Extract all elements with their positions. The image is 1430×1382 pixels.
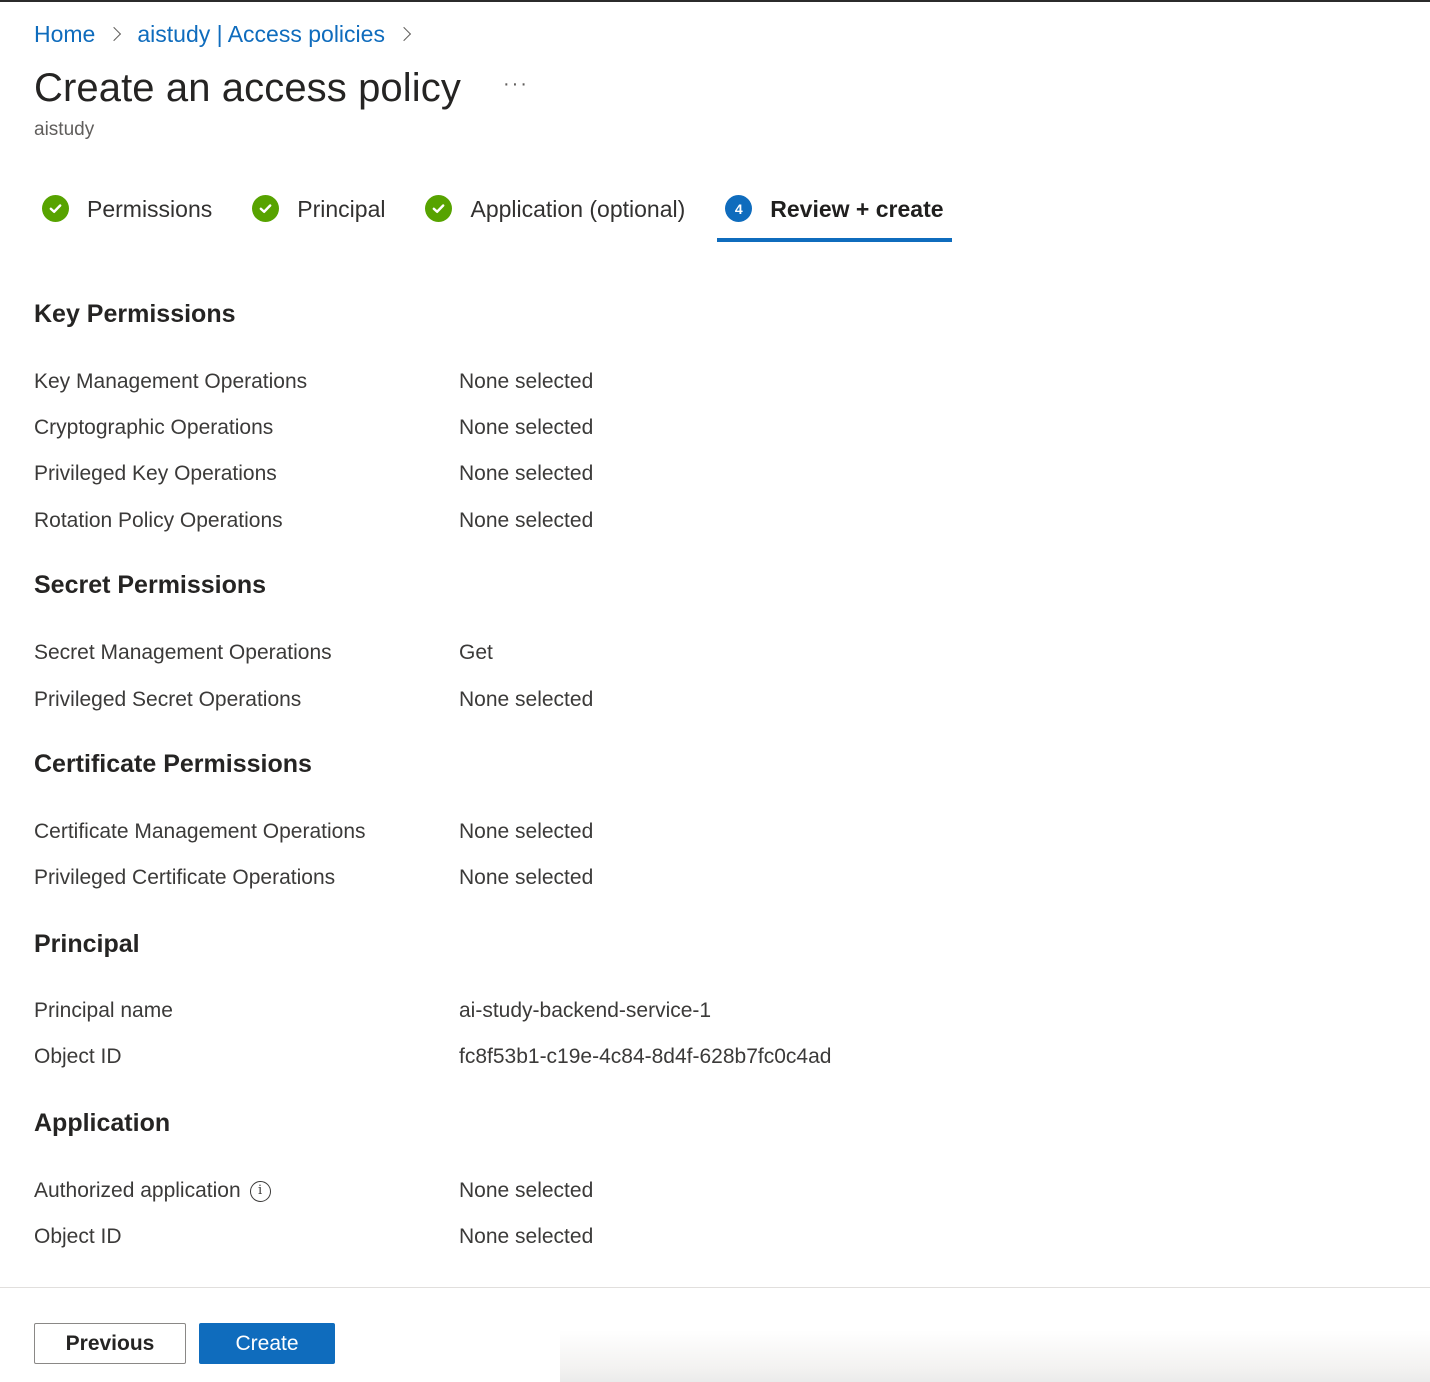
row-value: None selected bbox=[459, 1225, 594, 1248]
review-row: Privileged Secret Operations None select… bbox=[34, 686, 593, 714]
tab-review-create[interactable]: 4 Review + create bbox=[717, 190, 952, 242]
principal-name-value: ai-study-backend-service-1 bbox=[459, 999, 712, 1022]
checkmark-circle-icon bbox=[252, 195, 280, 222]
section-title-secret-permissions: Secret Permissions bbox=[34, 571, 267, 599]
review-row: Privileged Certificate Operations None s… bbox=[34, 864, 593, 892]
section-title-key-permissions: Key Permissions bbox=[34, 300, 236, 328]
row-label: Principal name bbox=[34, 999, 173, 1022]
row-value: None selected bbox=[459, 416, 594, 439]
review-row: Principal name ai-study-backend-service-… bbox=[34, 997, 711, 1025]
tab-permissions[interactable]: Permissions bbox=[34, 190, 220, 242]
chevron-right-icon bbox=[396, 26, 412, 42]
row-value: None selected bbox=[459, 370, 594, 393]
row-label: Object ID bbox=[34, 1045, 122, 1068]
info-icon[interactable]: i bbox=[249, 1180, 271, 1202]
ellipsis-icon[interactable]: ··· bbox=[503, 73, 529, 96]
page-subtitle: aistudy bbox=[34, 119, 95, 140]
row-label: Secret Management Operations bbox=[34, 641, 332, 664]
review-row: Privileged Key Operations None selected bbox=[34, 460, 593, 488]
tab-label: Application (optional) bbox=[470, 196, 686, 222]
row-label: Privileged Key Operations bbox=[34, 462, 277, 485]
breadcrumb-home[interactable]: Home bbox=[34, 19, 95, 49]
review-row: Cryptographic Operations None selected bbox=[34, 414, 593, 442]
row-label: Key Management Operations bbox=[34, 370, 308, 393]
page-title: Create an access policy bbox=[34, 66, 461, 110]
checkmark-circle-icon bbox=[42, 195, 69, 222]
review-row: Certificate Management Operations None s… bbox=[34, 818, 593, 846]
row-value: None selected bbox=[459, 509, 594, 532]
checkmark-circle-icon bbox=[425, 195, 453, 222]
page-frame: Home aistudy | Access policies Create an… bbox=[0, 0, 1430, 1382]
principal-object-id-value: fc8f53b1-c19e-4c84-8d4f-628b7fc0c4ad bbox=[459, 1045, 832, 1068]
row-value: None selected bbox=[459, 1179, 594, 1202]
review-row: Object ID fc8f53b1-c19e-4c84-8d4f-628b7f… bbox=[34, 1043, 831, 1071]
breadcrumb: Home aistudy | Access policies bbox=[34, 19, 427, 49]
review-row: Key Management Operations None selected bbox=[34, 368, 593, 396]
tab-label: Permissions bbox=[87, 196, 213, 222]
review-row: Object ID None selected bbox=[34, 1223, 593, 1251]
row-label: Rotation Policy Operations bbox=[34, 509, 283, 532]
tab-label: Principal bbox=[297, 196, 386, 222]
row-label: Object ID bbox=[34, 1225, 122, 1248]
row-label: Certificate Management Operations bbox=[34, 820, 366, 843]
title-row: Create an access policy ··· bbox=[34, 66, 529, 111]
row-value: None selected bbox=[459, 688, 594, 711]
wizard-tabs: Permissions Principal Application (optio… bbox=[34, 190, 952, 242]
row-value: None selected bbox=[459, 866, 594, 889]
tab-label: Review + create bbox=[770, 196, 944, 222]
review-row: Authorized application i None selected bbox=[34, 1177, 593, 1205]
section-title-application: Application bbox=[34, 1109, 171, 1137]
row-label: Privileged Secret Operations bbox=[34, 688, 302, 711]
breadcrumb-access-policies[interactable]: aistudy | Access policies bbox=[137, 19, 385, 49]
row-label-text: Authorized application bbox=[34, 1179, 241, 1202]
tab-principal[interactable]: Principal bbox=[244, 190, 393, 242]
tab-application[interactable]: Application (optional) bbox=[417, 190, 693, 242]
row-value: None selected bbox=[459, 820, 594, 843]
review-row: Rotation Policy Operations None selected bbox=[34, 507, 593, 535]
chevron-right-icon bbox=[107, 26, 122, 42]
previous-button[interactable]: Previous bbox=[34, 1323, 186, 1364]
section-title-principal: Principal bbox=[34, 930, 140, 958]
row-value: None selected bbox=[459, 462, 594, 485]
row-label: Cryptographic Operations bbox=[34, 416, 274, 439]
review-row: Secret Management Operations Get bbox=[34, 639, 493, 667]
row-label: Privileged Certificate Operations bbox=[34, 866, 336, 889]
footer-bar: Previous Create bbox=[0, 1287, 1430, 1382]
row-label: Authorized application i bbox=[34, 1177, 459, 1205]
row-value: Get bbox=[459, 641, 493, 664]
section-title-certificate-permissions: Certificate Permissions bbox=[34, 750, 312, 778]
create-button[interactable]: Create bbox=[199, 1323, 335, 1364]
step-number-icon: 4 bbox=[725, 195, 753, 222]
